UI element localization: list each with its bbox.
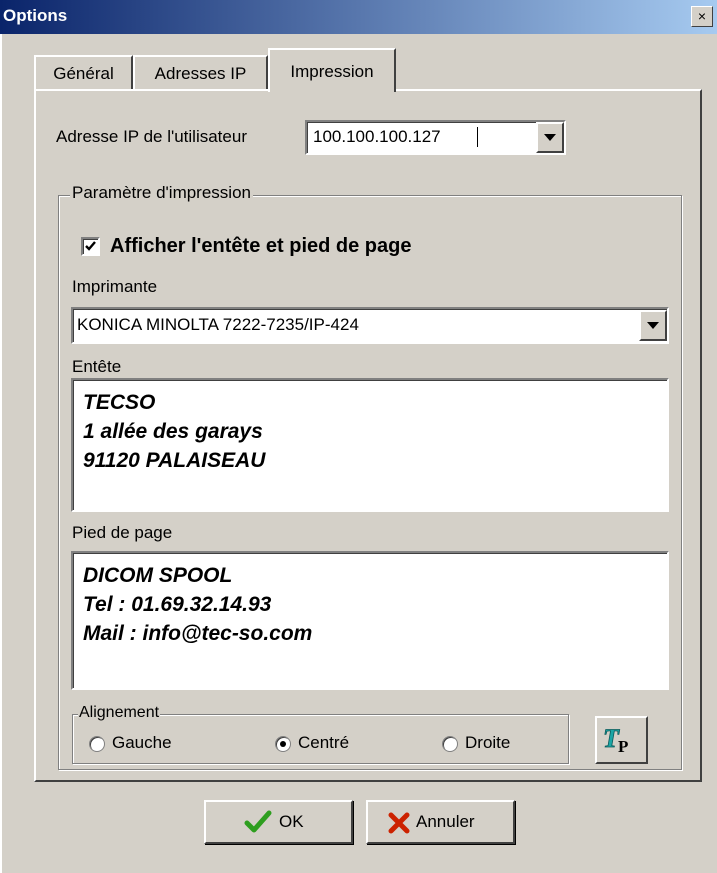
ip-value: 100.100.100.127	[313, 127, 441, 146]
tab-impression[interactable]: Impression	[268, 48, 396, 92]
print-settings-caption: Paramètre d'impression	[70, 183, 253, 203]
align-left-label[interactable]: Gauche	[112, 733, 172, 753]
footer-line: Tel : 01.69.32.14.93	[83, 593, 272, 616]
cancel-icon	[388, 812, 410, 834]
text-cursor	[477, 127, 478, 147]
alignment-caption: Alignement	[78, 704, 161, 722]
font-button[interactable]: T P	[595, 716, 648, 764]
footer-line: DICOM SPOOL	[83, 564, 233, 587]
ip-combo[interactable]: 100.100.100.127	[305, 120, 566, 155]
cancel-button[interactable]: Annuler	[366, 800, 515, 844]
tab-adresses-ip[interactable]: Adresses IP	[133, 55, 268, 89]
header-textarea[interactable]: TECSO 1 allée des garays 91120 PALAISEAU	[71, 378, 669, 512]
show-header-footer-checkbox[interactable]	[81, 237, 100, 256]
chevron-down-icon	[544, 134, 556, 141]
ip-dropdown-button[interactable]	[536, 122, 564, 153]
align-left-radio[interactable]	[89, 736, 105, 752]
title-bar	[0, 0, 717, 34]
align-center-label[interactable]: Centré	[298, 733, 349, 753]
footer-line: Mail : info@tec-so.com	[83, 622, 313, 645]
align-center-radio[interactable]	[275, 736, 291, 752]
show-header-footer-label[interactable]: Afficher l'entête et pied de page	[110, 235, 411, 258]
window-title: Options	[3, 6, 68, 25]
printer-value: KONICA MINOLTA 7222-7235/IP-424	[77, 315, 359, 334]
check-icon	[85, 241, 96, 251]
check-icon	[244, 810, 272, 833]
printer-dropdown-button[interactable]	[639, 310, 667, 341]
header-label: Entête	[72, 357, 122, 376]
align-right-radio[interactable]	[442, 736, 458, 752]
close-icon: ×	[697, 8, 707, 24]
header-line: TECSO	[83, 391, 156, 414]
ip-label: Adresse IP de l'utilisateur	[56, 127, 247, 146]
cancel-label: Annuler	[416, 812, 475, 831]
header-line: 1 allée des garays	[83, 420, 263, 443]
printer-label: Imprimante	[72, 277, 158, 296]
radio-dot	[280, 741, 286, 747]
printer-combo[interactable]: KONICA MINOLTA 7222-7235/IP-424	[71, 307, 669, 344]
footer-label: Pied de page	[72, 523, 173, 542]
header-line: 91120 PALAISEAU	[83, 449, 266, 472]
align-right-label[interactable]: Droite	[465, 733, 510, 753]
close-button[interactable]: ×	[691, 6, 713, 27]
tab-general[interactable]: Général	[34, 55, 133, 89]
ok-button[interactable]: OK	[204, 800, 353, 844]
font-icon: T P	[603, 725, 628, 755]
svg-text:P: P	[618, 737, 628, 755]
footer-textarea[interactable]: DICOM SPOOL Tel : 01.69.32.14.93 Mail : …	[71, 551, 669, 690]
chevron-down-icon	[647, 322, 659, 329]
window-border	[0, 34, 2, 873]
ok-label: OK	[279, 812, 304, 831]
